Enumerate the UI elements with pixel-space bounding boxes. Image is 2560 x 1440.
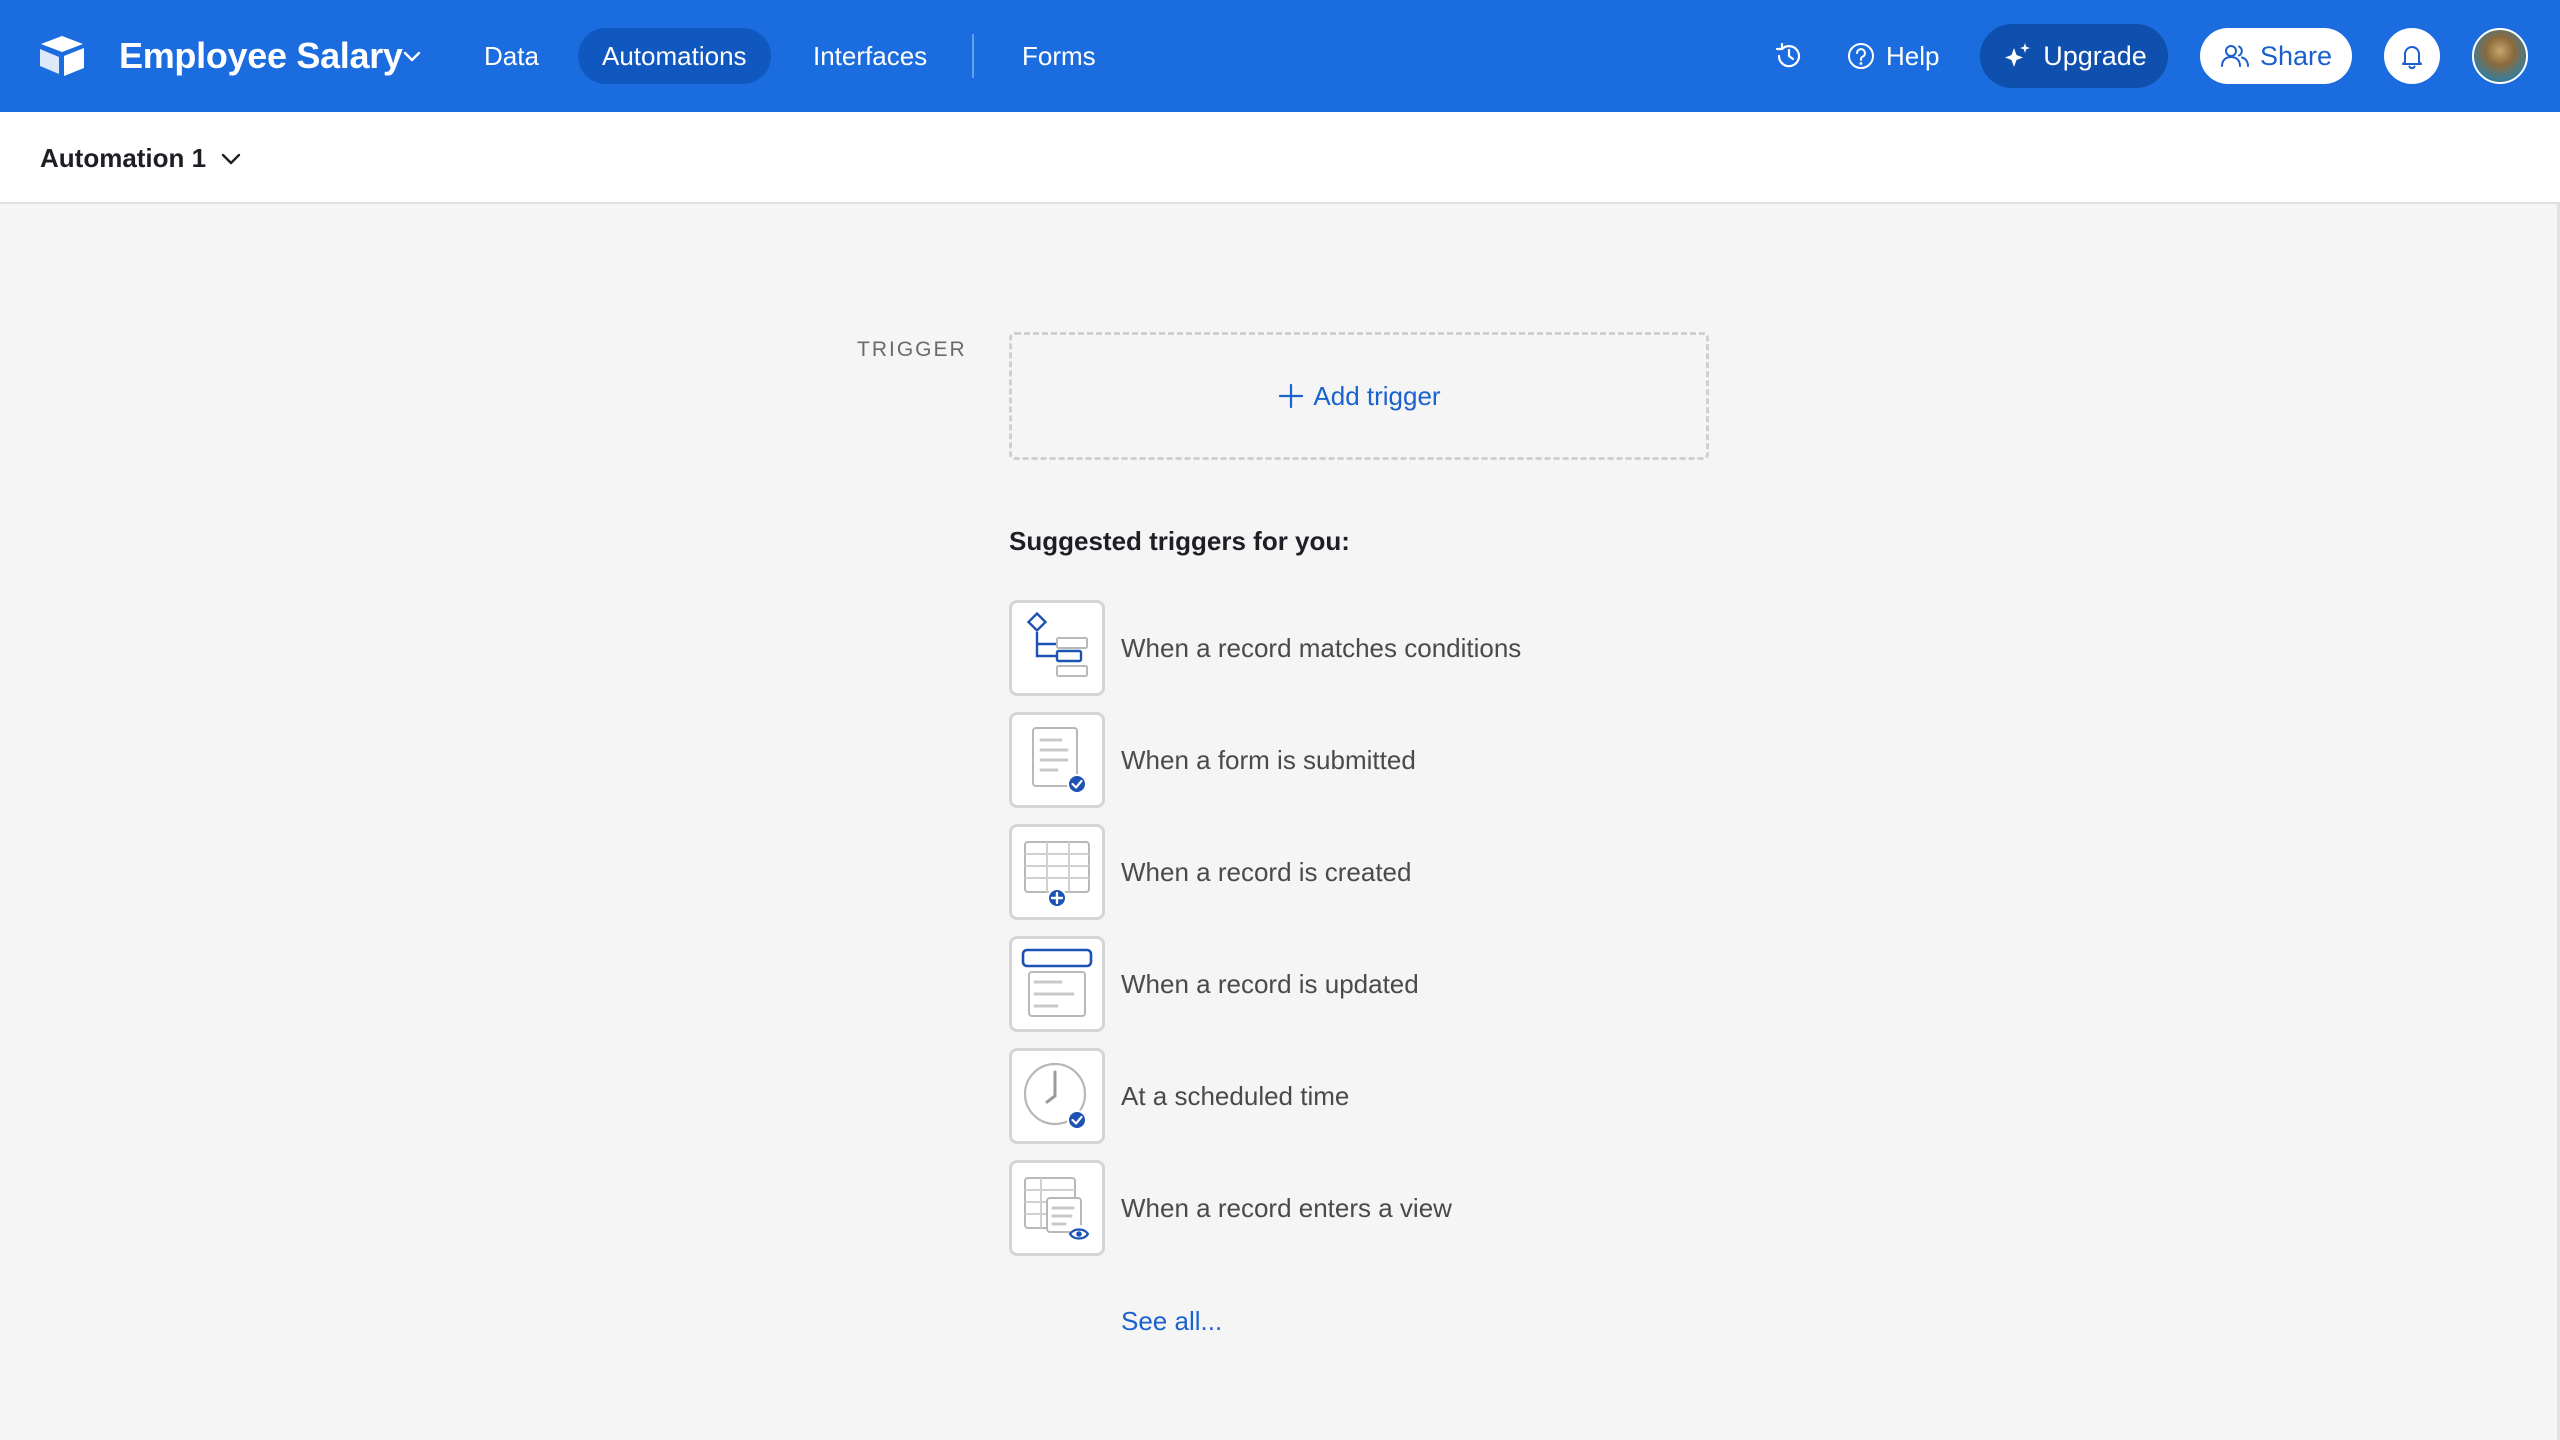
bell-icon bbox=[2402, 46, 2422, 70]
record-created-icon bbox=[1024, 841, 1090, 908]
nav-divider bbox=[972, 34, 974, 78]
base-logo-icon[interactable] bbox=[38, 34, 86, 78]
upgrade-button[interactable]: Upgrade bbox=[1980, 24, 2168, 88]
see-all-link[interactable]: See all... bbox=[1121, 1306, 1222, 1337]
form-submitted-icon bbox=[1032, 727, 1087, 794]
scheduled-time-icon bbox=[1023, 1062, 1087, 1130]
base-title[interactable]: Employee Salary bbox=[119, 30, 403, 82]
conditions-icon bbox=[1026, 611, 1088, 677]
notifications-button[interactable] bbox=[2384, 28, 2440, 84]
upgrade-label: Upgrade bbox=[2043, 40, 2147, 71]
suggested-trigger-label: When a record enters a view bbox=[1121, 1192, 1452, 1223]
suggested-trigger-item[interactable]: When a form is submitted bbox=[1009, 704, 1709, 816]
help-button[interactable]: Help bbox=[1846, 36, 1939, 76]
suggested-triggers-list: When a record matches conditions When a … bbox=[1009, 592, 1709, 1264]
suggested-trigger-item[interactable]: When a record is updated bbox=[1009, 928, 1709, 1040]
suggested-trigger-label: When a record matches conditions bbox=[1121, 632, 1522, 663]
trigger-section-label: TRIGGER bbox=[857, 338, 967, 361]
suggested-trigger-item[interactable]: When a record is created bbox=[1009, 816, 1709, 928]
add-trigger-button[interactable]: Add trigger bbox=[1009, 332, 1709, 460]
help-icon bbox=[1848, 43, 1874, 69]
suggested-trigger-item[interactable]: When a record enters a view bbox=[1009, 1152, 1709, 1264]
suggested-trigger-item[interactable]: At a scheduled time bbox=[1009, 1040, 1709, 1152]
record-enters-view-icon bbox=[1024, 1177, 1090, 1243]
suggested-trigger-label: When a record is created bbox=[1121, 856, 1412, 887]
people-icon bbox=[2220, 45, 2249, 67]
sparkle-icon bbox=[2005, 43, 2031, 67]
suggested-trigger-label: When a form is submitted bbox=[1121, 744, 1416, 775]
nav-automations[interactable]: Automations bbox=[578, 28, 771, 84]
suggested-trigger-item[interactable]: When a record matches conditions bbox=[1009, 592, 1709, 704]
suggested-trigger-icon-box bbox=[1009, 936, 1105, 1032]
plus-icon bbox=[1279, 383, 1304, 409]
share-button[interactable]: Share bbox=[2200, 28, 2352, 84]
suggested-trigger-label: At a scheduled time bbox=[1121, 1080, 1350, 1111]
suggested-trigger-icon-box bbox=[1009, 1160, 1105, 1256]
automation-name[interactable]: Automation 1 bbox=[40, 140, 206, 176]
suggested-trigger-icon-box bbox=[1009, 1048, 1105, 1144]
chevron-down-icon[interactable] bbox=[218, 146, 244, 172]
help-label: Help bbox=[1886, 40, 1940, 71]
suggested-triggers-title: Suggested triggers for you: bbox=[1009, 526, 1350, 556]
share-label: Share bbox=[2259, 40, 2333, 71]
suggested-trigger-label: When a record is updated bbox=[1121, 968, 1419, 999]
suggested-trigger-icon-box bbox=[1009, 824, 1105, 920]
top-bar: Employee Salary Data Automations Interfa… bbox=[0, 0, 2560, 112]
record-updated-icon bbox=[1021, 948, 1093, 1017]
add-trigger-label: Add trigger bbox=[1313, 380, 1441, 411]
automation-bar: Automation 1 bbox=[0, 112, 2560, 204]
nav-interfaces[interactable]: Interfaces bbox=[789, 28, 951, 84]
nav-data[interactable]: Data bbox=[460, 28, 563, 84]
chevron-down-icon[interactable] bbox=[400, 44, 424, 68]
suggested-trigger-icon-box bbox=[1009, 712, 1105, 808]
user-avatar[interactable] bbox=[2472, 28, 2528, 84]
history-icon[interactable] bbox=[1773, 40, 1805, 72]
nav-forms[interactable]: Forms bbox=[998, 28, 1120, 84]
suggested-trigger-icon-box bbox=[1009, 600, 1105, 696]
